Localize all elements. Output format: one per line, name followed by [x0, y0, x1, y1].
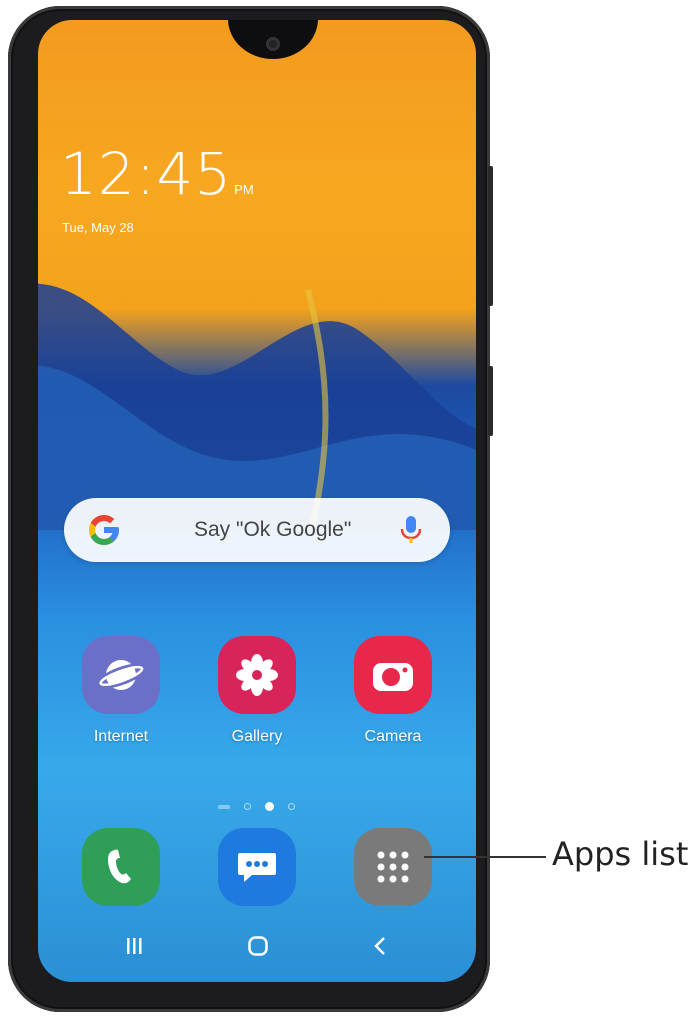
messages-icon [218, 828, 296, 906]
recent-apps-button[interactable] [114, 926, 154, 966]
phone-icon [82, 828, 160, 906]
page-dot [244, 803, 251, 810]
app-internet[interactable]: Internet [76, 636, 166, 746]
gallery-icon [218, 636, 296, 714]
search-placeholder: Say "Ok Google" [194, 518, 352, 541]
dock-phone[interactable] [76, 828, 166, 906]
phone-frame: 12:45 PM Tue, May 28 Say "Ok Google" Int… [8, 6, 493, 1012]
app-label: Gallery [231, 728, 283, 745]
clock-widget[interactable]: 12:45 PM [60, 140, 254, 208]
back-icon [374, 937, 385, 955]
recent-apps-icon [127, 938, 142, 954]
back-button[interactable] [360, 926, 400, 966]
clock-date: Tue, May 28 [62, 220, 134, 235]
page-indicator[interactable] [218, 802, 295, 811]
callout-label: Apps list [552, 835, 689, 873]
clock-time: 12:45 [60, 140, 233, 208]
dock-messages[interactable] [212, 828, 302, 906]
home-screen: 12:45 PM Tue, May 28 Say "Ok Google" Int… [38, 20, 476, 982]
home-button[interactable] [238, 926, 278, 966]
navigation-bar [38, 920, 476, 970]
app-gallery[interactable]: Gallery [212, 636, 302, 746]
dock-apps-list[interactable] [348, 828, 438, 906]
page-dot [288, 803, 295, 810]
callout-line [424, 856, 546, 858]
home-icon [248, 936, 268, 956]
power-button [488, 366, 493, 436]
app-camera[interactable]: Camera [348, 636, 438, 746]
google-search-bar[interactable]: Say "Ok Google" [64, 498, 450, 562]
app-label: Camera [364, 728, 422, 745]
camera-icon [354, 636, 432, 714]
volume-button [488, 166, 493, 306]
internet-icon [82, 636, 160, 714]
mic-icon[interactable] [398, 515, 424, 545]
front-camera-icon [266, 37, 280, 51]
page-indicator-menu [218, 804, 230, 809]
page-dot-active [265, 802, 274, 811]
camera-notch [228, 20, 318, 59]
google-g-icon[interactable] [86, 512, 122, 548]
clock-ampm: PM [234, 182, 254, 197]
app-label: Internet [93, 728, 149, 745]
apps-list-icon [354, 828, 432, 906]
wallpaper-wave [38, 283, 476, 530]
